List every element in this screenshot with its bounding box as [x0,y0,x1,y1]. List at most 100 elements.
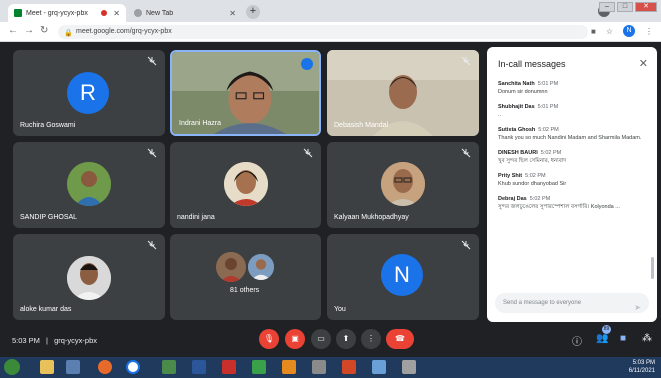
participant-name: SANDIP GHOSAL [20,214,78,221]
mic-off-icon [461,56,471,66]
mic-toggle-button[interactable]: 🎙 [259,329,279,349]
mic-off-icon [461,240,471,250]
send-icon[interactable]: ➤ [634,298,641,318]
media-icon[interactable] [66,360,80,374]
meeting-info: 5:03 PM | grq-ycyx-pbx [12,336,97,345]
chat-message: DINESH BAURI 5:02 PM খুব সুন্দর ছিল সেমিন… [498,150,648,165]
mic-off-icon [461,148,471,158]
people-icon[interactable]: 👥 [596,333,608,344]
chat-icon[interactable]: ■ [620,333,626,344]
participant-tile[interactable]: nandini jana [170,142,321,228]
reload-icon[interactable]: ↻ [40,25,48,36]
meeting-code: grq-ycyx-pbx [54,336,98,345]
start-button[interactable] [4,359,20,375]
tab-title: Meet - grq-ycyx-pbx [26,9,88,17]
participant-name: You [334,306,346,313]
maximize-button[interactable]: □ [617,2,633,12]
tab-meet[interactable]: Meet - grq-ycyx-pbx ✕ [8,4,126,22]
url-field[interactable]: 🔒 meet.google.com/grq-ycyx-pbx [58,25,588,39]
chat-scrollbar[interactable] [651,257,654,279]
camera-indicator-icon[interactable]: ■ [591,27,596,36]
captions-button[interactable]: ▭ [311,329,331,349]
word-icon[interactable] [192,360,206,374]
back-icon[interactable]: ← [8,25,18,36]
close-window-button[interactable]: ✕ [635,2,657,12]
avatar [381,162,425,206]
participant-name: Indrani Hazra [179,120,222,127]
minimize-button[interactable]: – [599,2,615,12]
timestamp: 5:01 PM [537,81,559,87]
present-button[interactable]: ⬆ [336,329,356,349]
app-icon[interactable] [312,360,326,374]
close-tab-icon[interactable]: ✕ [113,9,120,18]
clock-date: 6/11/2021 [628,368,655,374]
excel-icon[interactable] [252,360,266,374]
firefox-icon[interactable] [98,360,112,374]
bookmark-star-icon[interactable]: ☆ [606,27,613,36]
avatar [246,252,276,282]
info-icon[interactable]: ⓘ [572,333,582,348]
menu-kebab-icon[interactable]: ⋮ [645,27,653,36]
participant-tile[interactable]: SANDIP GHOSAL [13,142,165,228]
more-options-button[interactable]: ⋮ [361,329,381,349]
sender: Sutista Ghosh [498,127,536,133]
mic-off-icon [147,240,157,250]
tab-new[interactable]: New Tab ✕ [128,4,242,22]
explorer-icon[interactable] [40,360,54,374]
participant-tile-active[interactable]: Indrani Hazra [170,50,321,136]
activities-icon[interactable]: ⁂ [642,333,652,344]
chat-input-placeholder: Send a message to everyone [503,300,582,306]
chat-message-input[interactable]: Send a message to everyone ➤ [495,293,649,313]
powerpoint-icon[interactable] [342,360,356,374]
participant-tile[interactable]: Kalyaan Mukhopadhyay [327,142,479,228]
chat-message: Shubhajit Das 5:01 PM .. [498,104,648,119]
message-text: Khub sundor dhanyobad Sir [498,181,567,187]
avatar: R [67,72,109,114]
profile-avatar[interactable]: N [623,25,635,37]
recording-dot-icon [101,10,108,16]
system-clock[interactable]: 5:03 PM 6/11/2021 [629,359,655,375]
lock-icon: 🔒 [64,30,73,37]
close-chat-icon[interactable]: ✕ [639,57,648,70]
app-icon[interactable] [402,360,416,374]
chat-title: In-call messages [498,59,566,69]
clock-time: 5:03 PM [632,360,655,366]
timestamp: 5:02 PM [525,173,546,179]
message-list: Sanchita Nath 5:01 PM Donum sir donumnn S… [498,81,648,219]
vlc-icon[interactable] [282,360,296,374]
close-tab-icon[interactable]: ✕ [229,9,236,18]
chat-message: Prity Shit 5:02 PM Khub sundor dhanyobad … [498,173,648,188]
pdf-icon[interactable] [222,360,236,374]
sender: Prity Shit [498,173,523,179]
leave-call-button[interactable]: ☎ [386,329,414,349]
mic-off-icon [147,56,157,66]
avatar [67,256,111,300]
message-text: .. [498,112,502,118]
forward-icon[interactable]: → [24,25,34,36]
timestamp: 5:02 PM [538,127,559,133]
participant-name: Ruchira Goswami [20,122,76,129]
participant-tile[interactable]: aloke kumar das [13,234,165,320]
participant-name: aloke kumar das [20,306,72,313]
participant-name: Kalyaan Mukhopadhyay [334,214,409,221]
participant-tile-self[interactable]: N You [327,234,479,320]
participant-tile[interactable]: Debasish Mandal [327,50,479,136]
chat-message: Sanchita Nath 5:01 PM Donum sir donumnn [498,81,648,96]
participant-name: Debasish Mandal [334,122,389,129]
chrome-icon[interactable] [126,360,140,374]
participant-tile-others[interactable]: 81 others [170,234,321,320]
app-icon[interactable] [162,360,176,374]
avatar [216,252,246,282]
new-tab-button[interactable]: + [246,5,260,19]
avatar [67,162,111,206]
camera-toggle-button[interactable]: ▣ [285,329,305,349]
timestamp: 5:02 PM [529,196,551,202]
message-text: Thank you so much Nandini Madam and Shar… [498,135,642,141]
app-icon[interactable] [372,360,386,374]
speaking-indicator-icon [301,58,313,70]
participant-tile[interactable]: R Ruchira Goswami [13,50,165,136]
tab-title: New Tab [146,9,174,17]
sender: Shubhajit Das [498,104,535,110]
timestamp: 5:02 PM [540,150,562,156]
meeting-time: 5:03 PM [12,336,40,345]
